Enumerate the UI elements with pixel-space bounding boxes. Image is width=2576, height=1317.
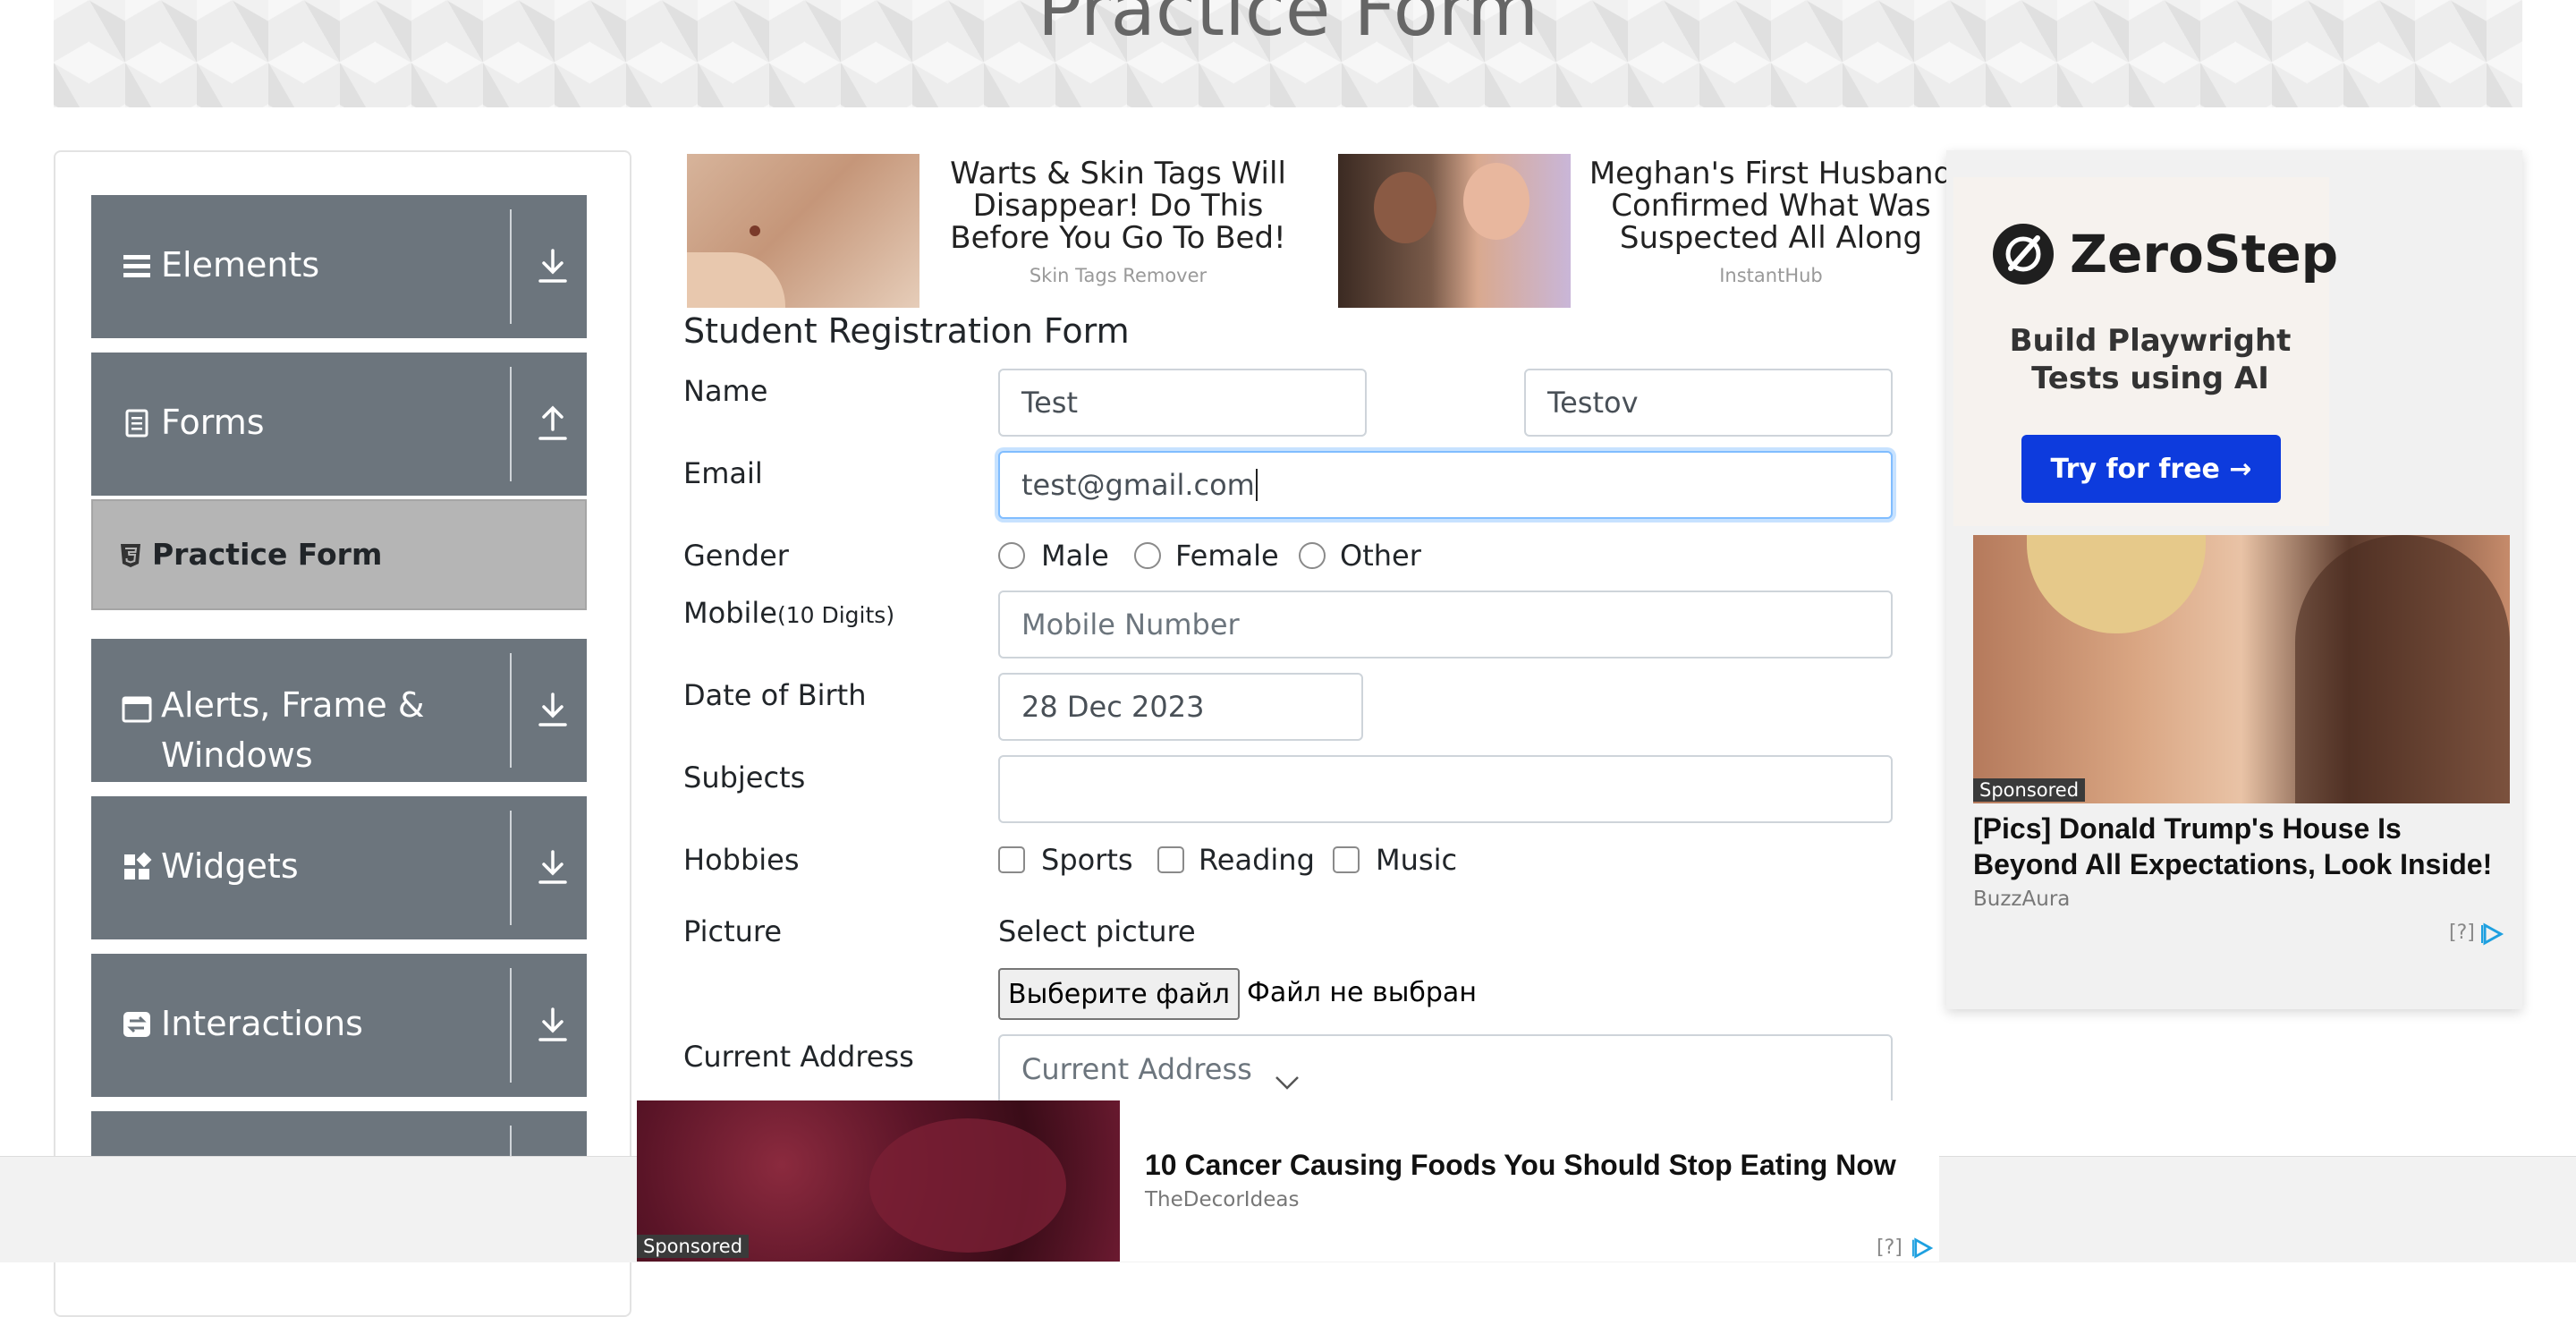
ad-image-couple[interactable] [1338,154,1571,308]
zerostep-tagline: Build Playwright Tests using AI [2009,323,2292,396]
divider [510,367,512,481]
document-icon [125,409,148,438]
hobby-music-checkbox[interactable] [1333,846,1360,873]
dob-input[interactable]: 28 Dec 2023 [998,673,1363,741]
sidebar-item-label: Practice Form [152,537,383,572]
divider [510,653,512,768]
gender-female-label[interactable]: Female [1175,539,1279,573]
ad-source: Skin Tags Remover [1029,265,1208,286]
html5-icon [121,544,140,567]
window-icon [122,696,152,723]
bottom-ad-headline[interactable]: 10 Cancer Causing Foods You Should Stop … [1145,1149,1896,1182]
ad-headline[interactable]: Warts & Skin Tags Will Disappear! Do Thi… [921,157,1315,254]
gender-label: Gender [683,539,789,573]
email-value: test@gmail.com [1021,468,1255,502]
mobile-label-text: Mobile [683,596,777,630]
hobby-sports-checkbox[interactable] [998,846,1025,873]
sidebar-group-elements[interactable]: Elements [91,195,587,338]
sidebar-item-practice-form[interactable]: Practice Form [91,499,587,610]
picture-label: Picture [683,914,783,948]
divider [510,811,512,925]
choose-file-button[interactable]: Выберите файл [998,968,1240,1020]
sidebar-group-label: Interactions [161,1004,363,1043]
download-icon[interactable] [535,848,571,888]
address-placeholder: Current Address [1021,1052,1252,1086]
adchoices-icon[interactable] [1912,1236,1936,1260]
hobby-music-label[interactable]: Music [1376,843,1457,877]
gender-other-radio[interactable] [1299,542,1326,569]
name-label: Name [683,374,768,408]
interactions-icon [123,1012,150,1037]
gender-male-radio[interactable] [998,542,1025,569]
right-ad-headline[interactable]: [Pics] Donald Trump's House Is Beyond Al… [1973,811,2510,882]
upload-icon[interactable] [535,404,571,444]
sidebar-group-label: Forms [161,403,265,442]
right-ad-source: BuzzAura [1973,888,2071,911]
mobile-input[interactable]: Mobile Number [998,591,1893,658]
form-title: Student Registration Form [683,311,1130,351]
ad-headline[interactable]: Meghan's First Husband Confirmed What Wa… [1574,157,1968,254]
sidebar-group-forms[interactable]: Forms [91,353,587,496]
mobile-placeholder: Mobile Number [1021,608,1240,642]
right-ad-image[interactable] [1973,535,2510,803]
sidebar-group-label-line2: Windows [161,735,313,775]
subjects-input[interactable] [998,755,1893,823]
try-for-free-button[interactable]: Try for free → [2021,435,2281,503]
adchoice-link[interactable]: [?] [2449,922,2475,944]
file-status: Файл не выбран [1247,977,1477,1008]
zerostep-brand: ZeroStep [2070,224,2339,285]
first-name-input[interactable]: Test [998,369,1367,437]
chevron-down-icon[interactable] [1274,1074,1301,1092]
mobile-label: Mobile(10 Digits) [683,596,894,630]
divider [510,968,512,1083]
text-cursor [1255,469,1258,501]
email-label: Email [683,456,763,490]
page-title: Practice Form [1037,0,1539,53]
email-input[interactable]: test@gmail.com [998,451,1893,519]
download-icon[interactable] [535,691,571,730]
subjects-label: Subjects [683,760,806,794]
hobby-reading-label[interactable]: Reading [1199,843,1315,877]
download-icon[interactable] [535,1006,571,1045]
adchoice-link[interactable]: [?] [1877,1236,1902,1259]
gender-female-radio[interactable] [1134,542,1161,569]
bottom-ad-source: TheDecorIdeas [1145,1188,1300,1211]
zerostep-logo-icon [1993,224,2054,285]
last-name-input[interactable]: Testov [1524,369,1893,437]
sidebar-group-label: Widgets [161,846,299,886]
sponsored-badge: Sponsored [637,1235,750,1258]
sponsored-badge: Sponsored [1973,778,2086,802]
gender-other-label[interactable]: Other [1340,539,1421,573]
widgets-icon [124,852,152,879]
sidebar-group-interactions[interactable]: Interactions [91,954,587,1097]
sidebar-group-label: Elements [161,245,320,285]
hobby-reading-checkbox[interactable] [1157,846,1184,873]
sidebar-group-alerts[interactable]: Alerts, Frame & Windows [91,639,587,782]
hobby-sports-label[interactable]: Sports [1041,843,1133,877]
sidebar-group-widgets[interactable]: Widgets [91,796,587,939]
picture-caption: Select picture [998,914,1196,948]
address-label: Current Address [683,1040,914,1074]
gender-male-label[interactable]: Male [1041,539,1109,573]
ad-image-skin[interactable] [687,154,919,308]
adchoices-icon[interactable] [2481,922,2506,947]
ad-source: InstantHub [1719,265,1823,286]
menu-icon [123,255,150,277]
hobbies-label: Hobbies [683,843,800,877]
dob-label: Date of Birth [683,678,867,712]
mobile-hint: (10 Digits) [776,602,895,628]
download-icon[interactable] [535,247,571,286]
divider [510,209,512,324]
sidebar-group-label: Alerts, Frame & [161,685,425,725]
